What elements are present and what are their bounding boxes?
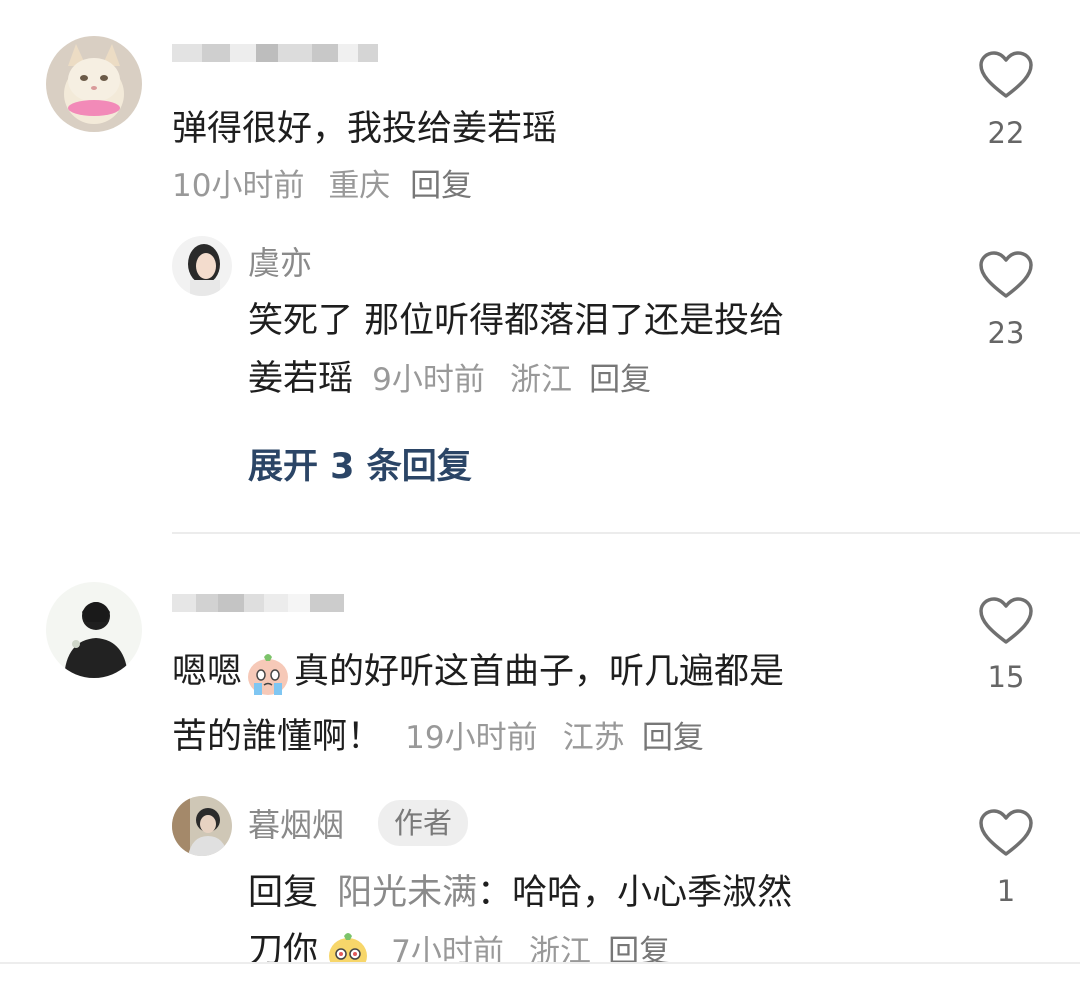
username-blurred[interactable] (172, 586, 344, 620)
like-count: 1 (996, 874, 1016, 908)
reply-username[interactable]: 虞亦 (248, 238, 312, 284)
comment-text-a: 嗯嗯 (172, 652, 243, 692)
author-badge: 作者 (378, 800, 469, 846)
reply-time: 9小时前 (372, 362, 485, 398)
like-count: 22 (987, 116, 1025, 150)
reply-location: 浙江 (510, 362, 573, 398)
reply-body: ：哈哈，小心季淑然 (477, 873, 793, 913)
heart-outline-icon[interactable] (978, 596, 1034, 646)
reply-text-line2: 姜若瑶 9小时前 浙江 回复 (248, 350, 651, 409)
expand-replies-button[interactable]: 展开 3 条回复 (248, 438, 472, 489)
reply-link[interactable]: 回复 (589, 362, 651, 398)
reply-text-line1[interactable]: 回复 阳光未满：哈哈，小心季淑然 (248, 864, 792, 922)
comment-text-line1[interactable]: 嗯嗯 真的好听这首曲子，听几遍都是 (172, 643, 784, 701)
username-blurred[interactable] (172, 36, 378, 70)
reply-prefix: 回复 (248, 873, 319, 913)
comment-location: 重庆 (328, 168, 391, 204)
comment-time: 19小时前 (405, 720, 538, 756)
bottom-fade (0, 962, 1080, 991)
like-count: 15 (987, 660, 1025, 694)
comment-text-line2: 苦的誰懂啊！ 19小时前 江苏 回复 (172, 708, 704, 767)
reply-text-tail[interactable]: 姜若瑶 (248, 359, 353, 399)
comment-divider (172, 532, 1080, 534)
reply-link[interactable]: 回复 (642, 720, 704, 756)
heart-outline-icon[interactable] (978, 250, 1034, 300)
comment-meta: 10小时前 重庆 回复 (172, 160, 472, 205)
comment-text[interactable]: 弹得很好，我投给姜若瑶 (172, 100, 557, 158)
reply-to-username[interactable]: 阳光未满 (337, 873, 477, 913)
heart-outline-icon[interactable] (978, 50, 1034, 100)
crying-emoji-icon (244, 649, 292, 697)
comment-time: 10小时前 (172, 168, 305, 204)
avatar-cat[interactable] (46, 36, 142, 132)
reply-username[interactable]: 暮烟烟 (248, 800, 344, 846)
avatar-reply-user[interactable] (172, 236, 232, 296)
comment-text-b: 真的好听这首曲子，听几遍都是 (294, 652, 785, 692)
like-count: 23 (987, 316, 1025, 350)
comment-location: 江苏 (562, 720, 625, 756)
avatar-author[interactable] (172, 796, 232, 856)
comment-text-tail[interactable]: 苦的誰懂啊！ (172, 717, 382, 757)
reply-link[interactable]: 回复 (410, 168, 472, 204)
heart-outline-icon[interactable] (978, 808, 1034, 858)
avatar-silhouette[interactable] (46, 582, 142, 678)
reply-text-line1[interactable]: 笑死了 那位听得都落泪了还是投给 (248, 292, 784, 350)
